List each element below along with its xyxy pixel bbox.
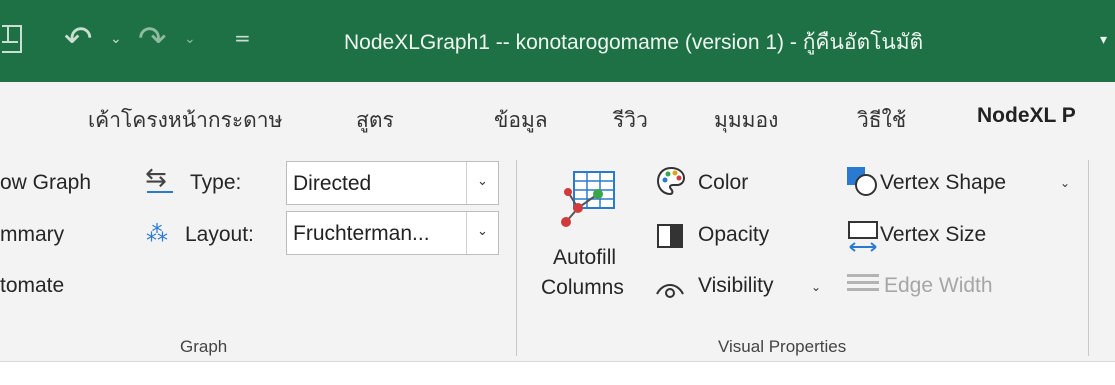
redo-dropdown-chevron-icon[interactable]: ⌄: [184, 32, 196, 46]
customize-qat-icon[interactable]: =: [234, 28, 251, 48]
vertex-size-icon: [848, 221, 878, 252]
opacity-icon: [657, 224, 683, 248]
graph-group-label: Graph: [180, 337, 228, 356]
undo-icon[interactable]: ↶: [64, 22, 93, 56]
layout-value: Fruchterman...: [293, 222, 430, 245]
layout-dropdown[interactable]: Fruchterman... ⌄: [286, 211, 499, 255]
undo-dropdown-chevron-icon[interactable]: ⌄: [110, 32, 122, 46]
title-bar: ↶ ⌄ ↷ ⌄ = NodeXLGraph1 -- konotarogomame…: [0, 0, 1115, 82]
tab-data[interactable]: ข้อมูล: [494, 104, 548, 137]
visual-properties-group-label: Visual Properties: [718, 337, 847, 356]
type-label: Type:: [190, 171, 242, 194]
chevron-down-icon: ⌄: [477, 174, 488, 189]
tab-formulas[interactable]: สูตร: [356, 104, 394, 137]
vertex-shape-chevron-down-icon[interactable]: ⌄: [1060, 176, 1070, 190]
tab-view[interactable]: มุมมอง: [714, 104, 778, 137]
tab-review[interactable]: รีวิว: [613, 104, 648, 137]
layout-label: Layout:: [185, 223, 254, 246]
tab-page-layout[interactable]: เค้าโครงหน้ากระดาษ: [88, 104, 282, 137]
visibility-chevron-down-icon[interactable]: ⌄: [811, 280, 821, 294]
layout-scatter-icon: ⁂: [146, 222, 168, 247]
color-palette-icon: [656, 166, 686, 196]
save-icon[interactable]: [2, 25, 22, 53]
graph-type-dropdown-button[interactable]: ⌄: [466, 162, 498, 204]
autofill-label-line1[interactable]: Autofill: [553, 246, 616, 270]
edge-width-icon: [847, 274, 879, 298]
autofill-columns-icon: [561, 171, 615, 227]
tab-nodexl-pro[interactable]: NodeXL P: [977, 104, 1076, 128]
edge-width-button[interactable]: Edge Width: [884, 274, 993, 298]
autofill-label-line2[interactable]: Columns: [541, 276, 624, 300]
graph-type-dropdown[interactable]: Directed ⌄: [286, 161, 499, 205]
title-chevron-down-icon[interactable]: ▾: [1100, 32, 1107, 48]
group-separator: [516, 160, 517, 356]
worksheet-area: [0, 361, 1115, 385]
visibility-eye-icon: [656, 284, 684, 298]
vertex-size-button[interactable]: Vertex Size: [880, 223, 986, 247]
chevron-down-icon: ⌄: [477, 224, 488, 239]
summary-button[interactable]: mmary: [0, 223, 64, 247]
tab-help[interactable]: วิธีใช้: [857, 104, 906, 137]
window-title: NodeXLGraph1 -- konotarogomame (version …: [344, 31, 924, 54]
color-button[interactable]: Color: [698, 171, 748, 195]
opacity-button[interactable]: Opacity: [698, 223, 769, 247]
group-separator: [1088, 160, 1089, 356]
layout-dropdown-button[interactable]: ⌄: [466, 212, 498, 254]
visibility-button[interactable]: Visibility: [698, 274, 773, 298]
vertex-shape-icon: [847, 167, 877, 196]
show-graph-button[interactable]: ow Graph: [0, 171, 91, 195]
graph-type-value: Directed: [293, 172, 372, 195]
vertex-shape-button[interactable]: Vertex Shape: [880, 171, 1006, 195]
ribbon-tabs: เค้าโครงหน้ากระดาษ สูตร ข้อมูล รีวิว มุม…: [0, 82, 1115, 156]
automate-button[interactable]: tomate: [0, 274, 64, 298]
redo-icon[interactable]: ↷: [138, 22, 167, 56]
type-arrows-icon: [145, 163, 175, 193]
